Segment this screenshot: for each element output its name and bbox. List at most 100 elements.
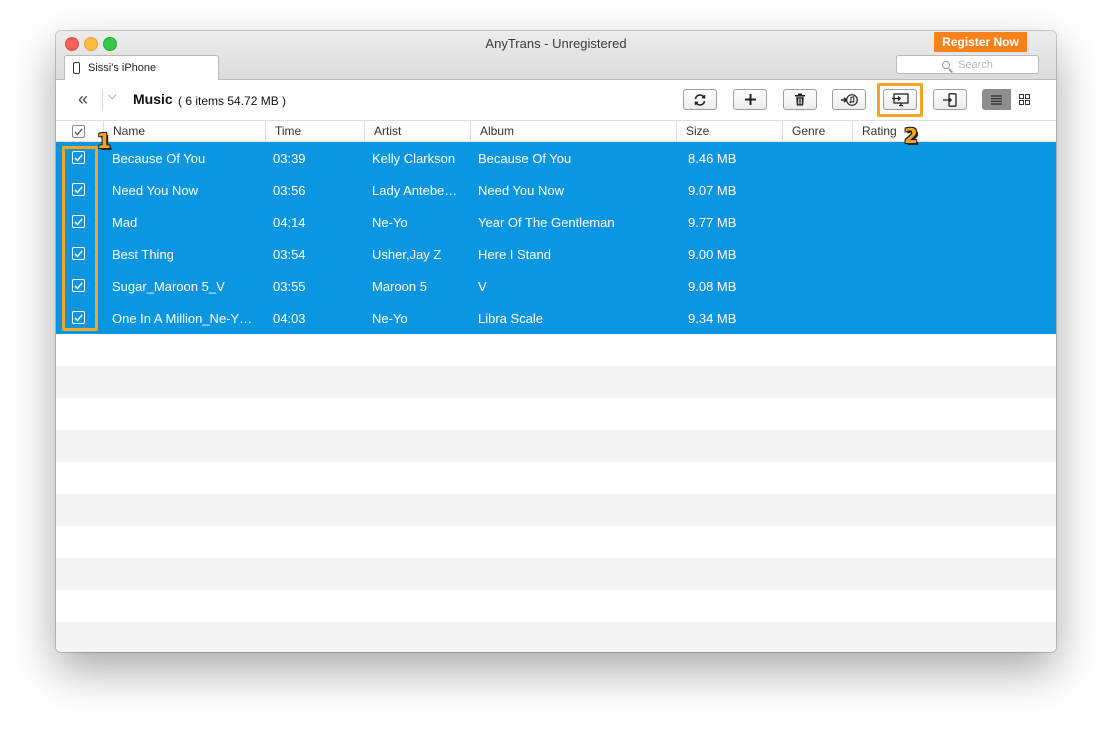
- cell-size: 9.77 MB: [688, 215, 737, 230]
- send-to-device-button[interactable]: [933, 89, 967, 110]
- grid-view-icon: [1019, 94, 1030, 105]
- empty-row: [56, 590, 1056, 622]
- search-input[interactable]: Search: [896, 55, 1039, 74]
- cell-time: 03:56: [273, 183, 306, 198]
- empty-row: [56, 430, 1056, 462]
- column-header-name[interactable]: Name: [103, 121, 265, 141]
- table-row[interactable]: Need You Now 03:56 Lady Antebe… Need You No…: [56, 174, 1056, 206]
- window-title: AnyTrans - Unregistered: [485, 36, 627, 51]
- cell-genre: [791, 270, 851, 302]
- empty-row: [56, 366, 1056, 398]
- title-bar: AnyTrans - Unregistered Register Now Sis…: [56, 31, 1056, 80]
- cell-album: Here I Stand: [478, 247, 551, 262]
- grid-view-button[interactable]: [1011, 89, 1038, 110]
- cell-rating: [862, 270, 1052, 302]
- column-header-time[interactable]: Time: [265, 121, 364, 141]
- annotation-box-send-to-computer: [877, 83, 923, 117]
- cell-artist: Usher,Jay Z: [372, 247, 442, 262]
- empty-row: [56, 526, 1056, 558]
- cell-genre: [791, 206, 851, 238]
- delete-icon: [795, 93, 805, 106]
- delete-button[interactable]: [783, 89, 817, 110]
- cell-name: Mad: [112, 215, 138, 230]
- add-to-itunes-button[interactable]: [832, 89, 866, 110]
- cell-artist: Kelly Clarkson: [372, 151, 456, 166]
- column-header-artist[interactable]: Artist: [364, 121, 470, 141]
- annotation-number-2: 2: [904, 124, 918, 148]
- empty-row: [56, 398, 1056, 430]
- cell-genre: [791, 174, 851, 206]
- cell-album: Libra Scale: [478, 311, 544, 326]
- cell-name: Sugar_Maroon 5_V: [112, 279, 225, 294]
- column-header-album[interactable]: Album: [470, 121, 676, 141]
- empty-row: [56, 334, 1056, 366]
- column-header-size[interactable]: Size: [676, 121, 782, 141]
- empty-row: [56, 462, 1056, 494]
- table-row[interactable]: One In A Million_Ne-Y… 04:03 Ne-Yo Libra Sc…: [56, 302, 1056, 334]
- cell-rating: [862, 174, 1052, 206]
- cell-genre: [791, 302, 851, 334]
- item-count-info: ( 6 items 54.72 MB ): [178, 94, 287, 108]
- cell-size: 9.00 MB: [688, 247, 737, 262]
- device-tab-label: Sissi's iPhone: [88, 62, 157, 74]
- annotation-number-1: 1: [97, 129, 111, 153]
- list-view-icon: [991, 94, 1002, 105]
- annotation-box-checkboxes: [62, 146, 98, 331]
- add-icon: [744, 94, 756, 105]
- app-window: AnyTrans - Unregistered Register Now Sis…: [56, 31, 1056, 652]
- track-list: Because Of You 03:39 Kelly Clarkson Because…: [56, 142, 1056, 652]
- cell-rating: [862, 302, 1052, 334]
- back-icon[interactable]: «: [78, 89, 88, 110]
- cell-artist: Lady Antebe…: [372, 183, 458, 198]
- chevron-down-icon[interactable]: ⌵: [108, 90, 116, 103]
- register-now-button[interactable]: Register Now: [934, 32, 1027, 52]
- cell-time: 03:39: [273, 151, 306, 166]
- device-tab[interactable]: Sissi's iPhone: [64, 55, 219, 80]
- cell-genre: [791, 238, 851, 270]
- empty-row: [56, 494, 1056, 526]
- cell-time: 03:54: [273, 247, 306, 262]
- refresh-button[interactable]: [683, 89, 717, 110]
- empty-row: [56, 622, 1056, 652]
- cell-size: 8.46 MB: [688, 151, 737, 166]
- send-to-device-icon: [943, 92, 957, 107]
- list-view-button[interactable]: [982, 89, 1011, 110]
- nav-divider: [102, 90, 103, 110]
- iphone-icon: [73, 62, 80, 74]
- search-icon: [942, 60, 951, 69]
- cell-artist: Ne-Yo: [372, 311, 408, 326]
- cell-album: Need You Now: [478, 183, 565, 198]
- cell-name: Because Of You: [112, 151, 206, 166]
- cell-size: 9.08 MB: [688, 279, 737, 294]
- search-placeholder: Search: [958, 58, 993, 71]
- column-header-genre[interactable]: Genre: [782, 121, 852, 141]
- cell-album: V: [478, 279, 487, 294]
- cell-rating: [862, 206, 1052, 238]
- cell-size: 9.07 MB: [688, 183, 737, 198]
- cell-rating: [862, 142, 1052, 174]
- add-button[interactable]: [733, 89, 767, 110]
- cell-time: 04:03: [273, 311, 306, 326]
- table-row[interactable]: Best Thing 03:54 Usher,Jay Z Here I Stand 9.…: [56, 238, 1056, 270]
- cell-album: Year Of The Gentleman: [478, 215, 615, 230]
- table-row[interactable]: Mad 04:14 Ne-Yo Year Of The Gentleman 9.77 M…: [56, 206, 1056, 238]
- cell-rating: [862, 238, 1052, 270]
- cell-album: Because Of You: [478, 151, 572, 166]
- view-mode-toggle: [982, 89, 1038, 110]
- cell-artist: Maroon 5: [372, 279, 427, 294]
- cell-genre: [791, 142, 851, 174]
- select-all-checkbox[interactable]: [72, 125, 85, 138]
- empty-row: [56, 558, 1056, 590]
- cell-name: Best Thing: [112, 247, 174, 262]
- refresh-icon: [694, 93, 706, 106]
- cell-name: One In A Million_Ne-Y…: [112, 311, 253, 326]
- table-row[interactable]: Sugar_Maroon 5_V 03:55 Maroon 5 V 9.08 MB: [56, 270, 1056, 302]
- cell-size: 9.34 MB: [688, 311, 737, 326]
- column-header-rating[interactable]: Rating: [852, 121, 1056, 141]
- cell-time: 04:14: [273, 215, 306, 230]
- cell-time: 03:55: [273, 279, 306, 294]
- cell-name: Need You Now: [112, 183, 199, 198]
- page-title: Music: [133, 91, 173, 107]
- add-to-itunes-icon: [841, 93, 858, 106]
- cell-artist: Ne-Yo: [372, 215, 408, 230]
